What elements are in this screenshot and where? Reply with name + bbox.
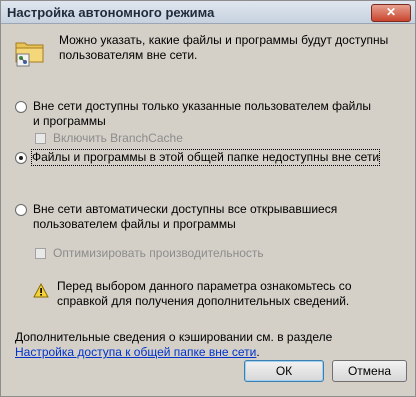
option-all-files-label[interactable]: Вне сети автоматически доступны все откр… <box>33 202 383 232</box>
dialog-content: Можно указать, какие файлы и программы б… <box>1 24 415 396</box>
branchcache-checkbox[interactable] <box>35 133 46 144</box>
warning-text: Перед выбором данного параметра ознакомь… <box>57 279 352 308</box>
help-link[interactable]: Настройка доступа к общей папке вне сети <box>15 345 256 359</box>
optimize-performance-label: Оптимизировать производительность <box>53 246 264 260</box>
branchcache-label: Включить BranchCache <box>53 131 183 145</box>
footer-period: . <box>256 345 260 359</box>
close-button[interactable]: ✕ <box>371 4 411 22</box>
option-not-available-label[interactable]: Файлы и программы в этой общей папке нед… <box>30 149 381 166</box>
optimize-performance-checkbox[interactable] <box>35 248 46 259</box>
footer-text: Дополнительные сведения о кэшировании см… <box>15 330 333 344</box>
folder-offline-icon <box>14 35 46 67</box>
cancel-button[interactable]: Отмена <box>332 360 407 382</box>
warning-icon <box>33 282 49 298</box>
radio-user-selected-files[interactable] <box>15 101 27 113</box>
intro-text: Можно указать, какие файлы и программы б… <box>59 33 389 62</box>
option-user-selected-label[interactable]: Вне сети доступны только указанные польз… <box>33 99 373 129</box>
title-bar[interactable]: Настройка автономного режима ✕ <box>1 1 415 24</box>
dialog-title: Настройка автономного режима <box>7 5 215 20</box>
radio-all-files-auto[interactable] <box>15 204 27 216</box>
radio-not-available-offline[interactable] <box>15 152 27 164</box>
offline-settings-dialog: Настройка автономного режима ✕ Можно ука… <box>0 0 416 397</box>
ok-button[interactable]: ОК <box>244 360 324 382</box>
footer-note: Дополнительные сведения о кэшировании см… <box>15 330 385 360</box>
